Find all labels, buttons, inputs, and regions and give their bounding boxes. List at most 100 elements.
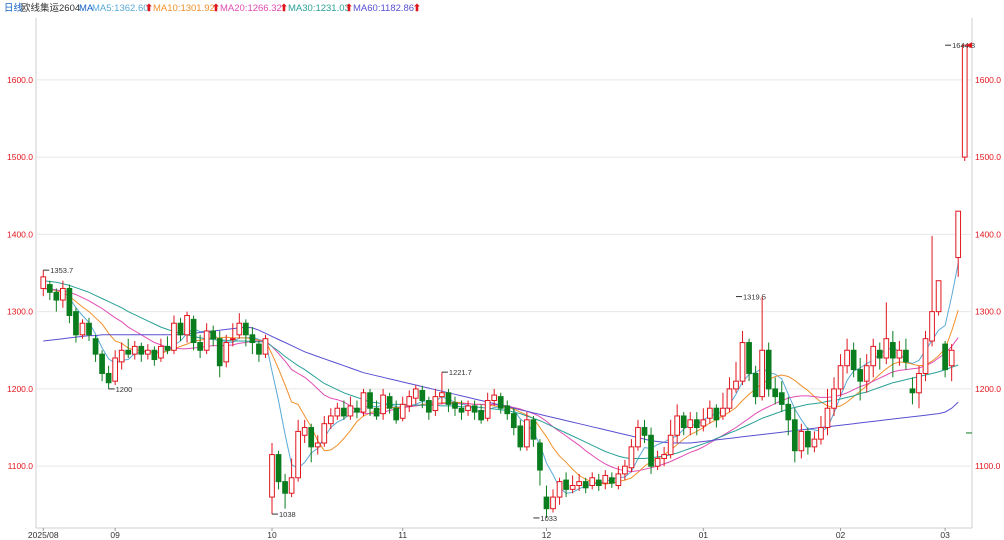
ma-line-ma5: [43, 263, 959, 494]
candle-body: [314, 442, 321, 448]
annotation-label: 1353.7: [50, 266, 73, 275]
candle-body: [151, 349, 158, 361]
y-tick-label-left: 1400.0: [7, 229, 33, 239]
candle-body: [693, 419, 700, 429]
y-tick-label-right: 1500.0: [975, 152, 1001, 162]
candle-body: [288, 477, 295, 494]
y-tick-label-left: 1600.0: [7, 75, 33, 85]
candle-body: [537, 442, 543, 471]
candle-body: [406, 396, 413, 407]
candle-body: [445, 392, 452, 405]
candle-body: [837, 365, 844, 390]
candle-body: [197, 342, 203, 351]
candle-body: [955, 210, 962, 259]
candle-body: [595, 479, 602, 487]
candle-body: [713, 407, 720, 421]
candle-body: [543, 496, 550, 510]
candle-body: [373, 407, 380, 417]
y-tick-label-left: 1100.0: [8, 461, 34, 471]
candle-body: [916, 372, 922, 394]
candle-body: [870, 345, 877, 367]
candle-body: [243, 322, 249, 336]
candle-body: [236, 322, 243, 336]
candle-body: [883, 338, 890, 359]
candle-body: [863, 365, 870, 382]
candle-body: [831, 388, 837, 409]
candle-body: [569, 485, 576, 490]
candle-body: [301, 427, 308, 436]
candle-body: [458, 407, 465, 413]
candle-body: [439, 392, 445, 398]
candle-body: [295, 430, 301, 479]
candle-body: [171, 322, 177, 351]
y-tick-label-right: 1300.0: [975, 307, 1001, 317]
candle-body: [726, 388, 733, 409]
candle-body: [798, 430, 805, 452]
candle-body: [484, 400, 491, 419]
y-tick-label-right: 1400.0: [975, 229, 1001, 239]
candle-body: [733, 380, 739, 390]
candle-body: [818, 427, 824, 440]
candle-body: [256, 343, 262, 355]
y-tick-label-right: 1200.0: [975, 384, 1001, 394]
candle-body: [282, 481, 288, 494]
candle-body: [164, 345, 171, 351]
candle-body: [118, 349, 125, 363]
candle-body: [347, 405, 354, 417]
candle-body: [961, 44, 968, 158]
candle-body: [811, 438, 818, 448]
candle-body: [79, 322, 86, 336]
candle-body: [66, 287, 73, 317]
candle-body: [269, 454, 275, 498]
y-tick-label-right: 1600.0: [975, 75, 1001, 85]
candle-body: [850, 349, 857, 371]
candle-body: [53, 291, 60, 301]
candle-body: [465, 405, 471, 412]
candle-body: [510, 413, 517, 429]
candle-body: [471, 405, 478, 413]
candle-body: [138, 345, 145, 355]
candle-body: [158, 345, 164, 359]
candle-body: [210, 330, 217, 340]
candle-body: [746, 342, 752, 374]
candle-body: [99, 353, 105, 374]
candle-body: [354, 407, 360, 413]
candle-body: [791, 419, 798, 452]
x-tick-label: 03: [940, 530, 950, 540]
candle-body: [680, 415, 687, 429]
candle-body: [661, 454, 667, 459]
candle-body: [334, 407, 341, 417]
candle-body: [707, 407, 713, 419]
candle-body: [752, 372, 759, 398]
candle-body: [184, 315, 190, 336]
candle-body: [229, 338, 236, 341]
candle-body: [622, 465, 628, 475]
candle-body: [360, 392, 367, 413]
x-tick-label: 02: [836, 530, 846, 540]
candle-body: [903, 349, 909, 363]
candle-body: [648, 434, 654, 467]
candle-body: [700, 419, 707, 427]
annotation-label: 1319.5: [743, 293, 766, 302]
y-tick-label-right: 1100.0: [975, 461, 1001, 471]
candle-body: [46, 284, 53, 293]
x-tick-label: 11: [398, 530, 407, 540]
candle-body: [530, 419, 537, 440]
annotation-label: 1038: [279, 510, 296, 519]
candle-body: [667, 434, 674, 456]
candle-body: [412, 388, 419, 399]
candle-body: [275, 454, 282, 483]
candle-body: [131, 345, 138, 355]
candle-body: [386, 396, 393, 409]
candle-body: [517, 425, 524, 448]
candle-body: [92, 338, 99, 355]
candle-body: [112, 357, 119, 382]
candle-body: [60, 287, 66, 301]
candle-body: [144, 349, 151, 355]
candle-body: [929, 311, 935, 342]
candle-body: [452, 402, 458, 409]
annotation-label: 1200: [116, 385, 133, 394]
x-tick-label: 01: [699, 530, 709, 540]
candle-body: [203, 330, 210, 351]
candlestick-chart: 1100.0 1100.0 1200.0 1200.0 1300.0 1300.0 1400…: [7, 18, 1001, 540]
